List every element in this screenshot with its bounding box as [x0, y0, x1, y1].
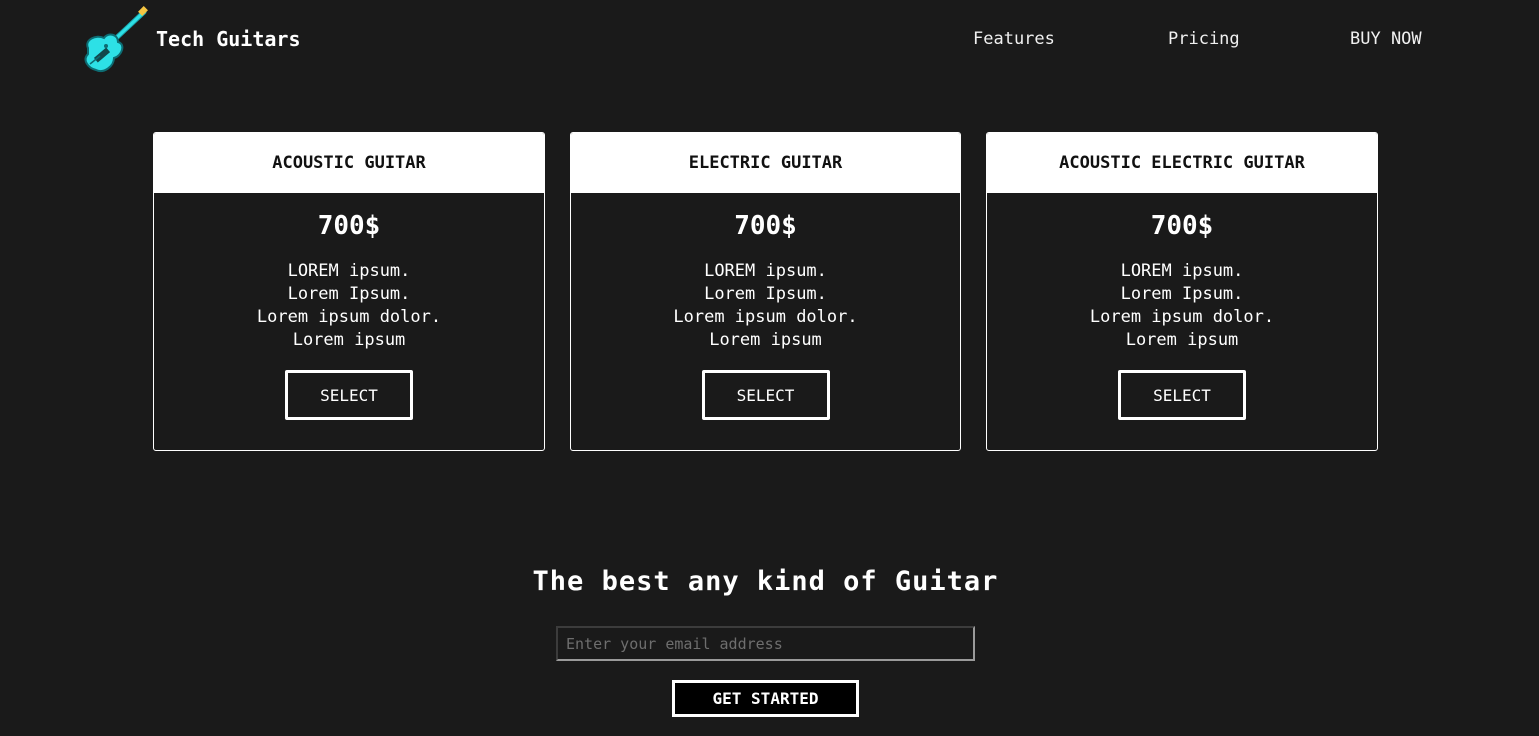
feature-item: Lorem ipsum	[709, 330, 822, 350]
card-price: 700$	[734, 211, 797, 241]
get-started-button[interactable]: GET STARTED	[672, 680, 859, 717]
card-price: 700$	[1150, 211, 1214, 241]
card-features: LOREM ipsum. Lorem Ipsum. Lorem ipsum do…	[571, 260, 960, 352]
feature-item: Lorem Ipsum.	[287, 284, 411, 304]
card-title: ELECTRIC GUITAR	[571, 133, 960, 193]
tagline-heading: The best any kind of Guitar	[532, 566, 999, 597]
nav-pricing-link[interactable]: Pricing	[1168, 29, 1240, 49]
nav-features-link[interactable]: Features	[973, 29, 1055, 49]
feature-item: LOREM ipsum.	[1120, 261, 1244, 281]
feature-item: LOREM ipsum.	[287, 261, 411, 281]
card-features: LOREM ipsum. Lorem Ipsum. Lorem ipsum do…	[987, 260, 1377, 352]
feature-item: LOREM ipsum.	[704, 261, 827, 281]
guitar-icon[interactable]	[78, 4, 152, 76]
brand-name: Tech Guitars	[156, 27, 301, 51]
select-acoustic-electric-button[interactable]: SELECT	[1118, 370, 1246, 420]
card-title: ACOUSTIC GUITAR	[154, 133, 544, 193]
card-features: LOREM ipsum. Lorem Ipsum. Lorem ipsum do…	[154, 260, 544, 352]
feature-item: Lorem ipsum dolor.	[1089, 307, 1275, 327]
card-price: 700$	[317, 211, 381, 241]
select-acoustic-button[interactable]: SELECT	[285, 370, 413, 420]
pricing-card-acoustic-electric: ACOUSTIC ELECTRIC GUITAR 700$ LOREM ipsu…	[986, 132, 1378, 451]
feature-item: Lorem Ipsum.	[704, 284, 827, 304]
feature-item: Lorem Ipsum.	[1120, 284, 1244, 304]
pricing-card-electric: ELECTRIC GUITAR 700$ LOREM ipsum. Lorem …	[570, 132, 961, 451]
pricing-card-acoustic: ACOUSTIC GUITAR 700$ LOREM ipsum. Lorem …	[153, 132, 545, 451]
select-electric-button[interactable]: SELECT	[701, 370, 830, 420]
feature-item: Lorem ipsum dolor.	[256, 307, 442, 327]
feature-item: Lorem ipsum	[292, 330, 406, 350]
email-input[interactable]	[556, 626, 975, 661]
card-title: ACOUSTIC ELECTRIC GUITAR	[987, 133, 1377, 193]
feature-item: Lorem ipsum dolor.	[673, 307, 858, 327]
feature-item: Lorem ipsum	[1125, 330, 1239, 350]
site-header: Tech Guitars Features Pricing BUY NOW	[0, 0, 1539, 80]
nav-buy-now-link[interactable]: BUY NOW	[1350, 29, 1422, 49]
